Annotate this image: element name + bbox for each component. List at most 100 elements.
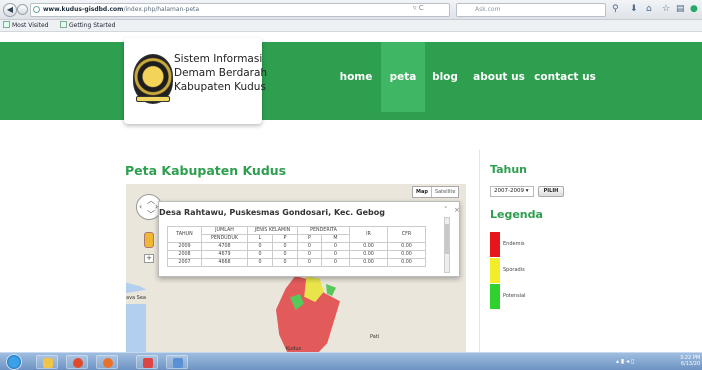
pan-up-icon[interactable]: ︿	[147, 195, 155, 206]
site-identity-icon[interactable]	[33, 6, 40, 13]
map-type-control: Map Satellite	[412, 186, 460, 198]
legenda-heading: Legenda	[490, 208, 543, 221]
reload-icon[interactable]: ▿ C	[413, 4, 424, 12]
legend-label-endemis: Endemis	[503, 241, 525, 247]
map-info-window: Desa Rahtawu, Puskesmas Gondosari, Kec. …	[158, 201, 460, 277]
info-window-scrollbar[interactable]	[444, 217, 450, 273]
bookmark-folder-icon	[3, 21, 10, 28]
cell: 0	[247, 258, 273, 267]
header-penduduk: PENDUDUK	[201, 234, 248, 243]
street-view-pegman-icon[interactable]	[144, 232, 154, 248]
header-penderita: PENDERITA	[297, 226, 350, 235]
bookmark-label: Getting Started	[69, 22, 116, 29]
start-button-icon[interactable]	[6, 354, 22, 370]
map-type-map-button[interactable]: Map	[413, 187, 431, 197]
cell: 0	[272, 250, 298, 259]
taskbar-image-viewer[interactable]	[166, 355, 188, 369]
info-window-title: Desa Rahtawu, Puskesmas Gondosari, Kec. …	[159, 208, 385, 217]
year-select[interactable]: 2007-2009 ▾	[490, 186, 534, 197]
pan-down-icon[interactable]: ﹀	[147, 209, 155, 220]
bookmark-most-visited[interactable]: Most Visited	[3, 20, 49, 32]
taskbar-firefox[interactable]	[96, 355, 118, 369]
bookmarks-menu-icon[interactable]: ▤	[676, 4, 685, 14]
header-l: L	[247, 234, 273, 243]
page-title: Peta Kabupaten Kudus	[125, 163, 287, 178]
cell: 0	[320, 258, 351, 267]
cell: 0	[272, 242, 298, 251]
header-p: P	[272, 234, 298, 243]
download-icon[interactable]: ⬇	[630, 4, 638, 14]
table-row: 2007 4668 0 0 0 0 0.00 0.00	[167, 258, 426, 267]
nav-blog[interactable]: blog	[426, 42, 464, 112]
bookmark-label: Most Visited	[12, 22, 49, 29]
site-logo-card[interactable]: Sistem Informasi Demam Berdarah Kabupate…	[124, 38, 268, 124]
site-name: Sistem Informasi Demam Berdarah Kabupate…	[174, 52, 268, 94]
map-type-satellite-button[interactable]: Satellite	[432, 187, 458, 197]
site-name-line-2: Demam Berdarah	[174, 67, 268, 79]
cell: 4679	[201, 250, 248, 259]
cell: 0.00	[349, 242, 388, 251]
cell: 0.00	[387, 250, 426, 259]
bookmark-getting-started[interactable]: Getting Started	[60, 20, 115, 32]
nav-home[interactable]: home	[334, 42, 378, 112]
back-button[interactable]: ◀	[3, 3, 17, 17]
zoom-in-button[interactable]: +	[144, 254, 154, 263]
pan-left-icon[interactable]: ‹	[139, 202, 142, 211]
cell: 0	[272, 258, 298, 267]
map-label-city: Pati	[370, 334, 380, 340]
nav-about-us[interactable]: about us	[470, 42, 528, 112]
info-collapse-icon[interactable]: ˅	[444, 206, 448, 214]
system-tray[interactable]: ▴ ▮ ◂ ▯	[616, 358, 634, 365]
cell: 0.00	[387, 242, 426, 251]
legend-swatch-potensial	[490, 284, 500, 309]
cell: 0.00	[349, 258, 388, 267]
legend-swatch-sporadis	[490, 258, 500, 283]
taskbar-media-player[interactable]	[66, 355, 88, 369]
tahun-heading: Tahun	[490, 163, 528, 176]
cell: 2009	[167, 242, 202, 251]
site-name-line-3: Kabupaten Kudus	[174, 81, 266, 93]
search-engine-name: Ask.com	[475, 6, 501, 13]
windows-taskbar: ▴ ▮ ◂ ▯ 3:22 PM 6/13/20	[0, 352, 702, 370]
header-ir: IR	[349, 226, 388, 243]
cell: 0.00	[349, 250, 388, 259]
close-icon[interactable]: ×	[454, 206, 460, 214]
url-host: www.kudus-gisdbd.com	[43, 6, 124, 13]
header-cfr: CFR	[387, 226, 426, 243]
search-icon[interactable]: ⚲	[612, 4, 619, 14]
legend-swatch-endemis	[490, 232, 500, 257]
cell: 0	[247, 242, 273, 251]
taskbar-explorer[interactable]	[36, 355, 58, 369]
legend-label-sporadis: Sporadis	[503, 267, 525, 273]
back-arrow-icon: ◀	[6, 5, 14, 14]
year-select-value: 2007-2009	[494, 188, 524, 194]
site-name-line-1: Sistem Informasi	[174, 53, 263, 65]
legend-label-potensial: Potensial	[503, 293, 526, 299]
header-jenis-kelamin: JENIS KELAMIN	[247, 226, 298, 235]
browser-navigation-bar: ◀ www.kudus-gisdbd.com/index.php/halaman…	[0, 0, 702, 20]
bookmarks-toolbar: Most Visited Getting Started	[0, 20, 702, 32]
home-icon[interactable]: ⌂	[646, 4, 652, 14]
cell: 0	[320, 250, 351, 259]
nav-peta[interactable]: peta	[381, 42, 425, 112]
header-p-penderita: P	[297, 234, 322, 243]
cell: 0.00	[387, 258, 426, 267]
addon-icon[interactable]: ●	[690, 4, 698, 14]
bookmark-star-icon[interactable]: ☆	[662, 4, 670, 14]
sidebar-divider	[479, 150, 480, 355]
cell: 0	[320, 242, 351, 251]
table-row: 2009 4708 0 0 0 0 0.00 0.00	[167, 242, 426, 251]
cell: 4668	[201, 258, 248, 267]
search-input[interactable]: Ask.com	[456, 3, 606, 17]
taskbar-app-window[interactable]	[136, 355, 158, 369]
cell: 2008	[167, 250, 202, 259]
chevron-down-icon: ▾	[525, 188, 529, 194]
forward-button[interactable]	[17, 4, 28, 15]
url-bar[interactable]: www.kudus-gisdbd.com/index.php/halaman-p…	[30, 3, 450, 17]
table-row: 2008 4679 0 0 0 0 0.00 0.00	[167, 250, 426, 259]
pilih-button[interactable]: PILIH	[538, 186, 564, 197]
header-tahun: TAHUN	[167, 226, 202, 243]
taskbar-clock[interactable]: 3:22 PM 6/13/20	[680, 355, 700, 367]
nav-contact-us[interactable]: contact us	[532, 42, 598, 112]
header-jumlah: JUMLAH	[201, 226, 248, 235]
